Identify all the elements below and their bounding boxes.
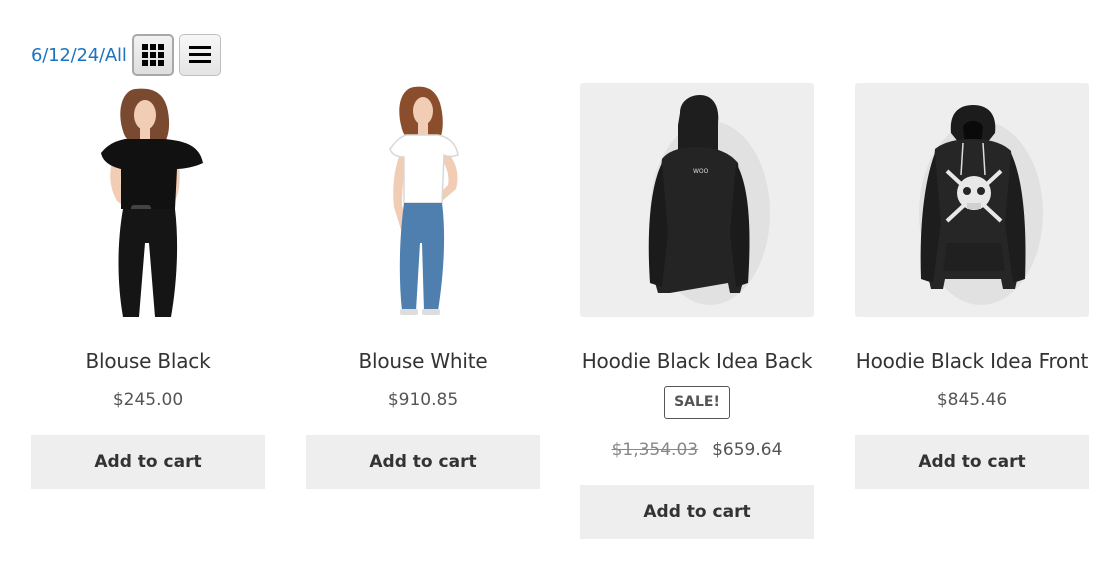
product-image[interactable]	[855, 83, 1089, 317]
blouse-white-image	[389, 86, 459, 315]
list-view-icon	[188, 46, 211, 63]
grid-view-icon	[141, 44, 164, 66]
product-title[interactable]: Blouse White	[306, 347, 540, 375]
product-price: $845.46	[936, 390, 1008, 410]
product-card: Blouse White $910.85 Add to cart	[306, 83, 540, 489]
list-view-button[interactable]	[178, 34, 221, 76]
blouse-black-image	[101, 88, 203, 317]
product-card: Hoodie Black Idea Front $845.46 Add to c…	[855, 83, 1089, 489]
svg-text:WOO: WOO	[693, 168, 709, 175]
per-page-12[interactable]: 12	[48, 45, 71, 66]
add-to-cart-button[interactable]: Add to cart	[855, 435, 1089, 489]
per-page-6[interactable]: 6	[31, 45, 42, 66]
sale-price: $659.64	[712, 440, 783, 460]
original-price: $1,354.03	[611, 440, 699, 460]
grid-view-button[interactable]	[131, 34, 174, 76]
sale-badge: SALE!	[664, 386, 730, 419]
product-card: Blouse Black $245.00 Add to cart	[31, 83, 265, 489]
product-price: $1,354.03 $659.64	[580, 439, 814, 461]
product-title[interactable]: Blouse Black	[31, 347, 265, 375]
product-image[interactable]	[306, 83, 540, 317]
per-page-selector: 6 / 12 / 24 / All	[31, 45, 127, 66]
product-card: WOO Hoodie Black Idea Back SALE! $1,354.…	[580, 83, 814, 539]
per-page-all[interactable]: All	[105, 45, 127, 66]
add-to-cart-button[interactable]: Add to cart	[580, 485, 814, 539]
product-image[interactable]: WOO	[580, 83, 814, 317]
add-to-cart-button[interactable]: Add to cart	[306, 435, 540, 489]
product-title[interactable]: Hoodie Black Idea Front	[855, 347, 1089, 375]
per-page-24[interactable]: 24	[77, 45, 100, 66]
hoodie-back-image: WOO	[648, 95, 770, 305]
product-price: $245.00	[112, 390, 184, 410]
shop-toolbar: 6 / 12 / 24 / All	[31, 33, 221, 77]
product-price: $910.85	[387, 390, 459, 410]
product-image[interactable]	[31, 83, 265, 317]
hoodie-front-image	[919, 105, 1043, 305]
add-to-cart-button[interactable]: Add to cart	[31, 435, 265, 489]
product-title[interactable]: Hoodie Black Idea Back	[580, 347, 814, 375]
